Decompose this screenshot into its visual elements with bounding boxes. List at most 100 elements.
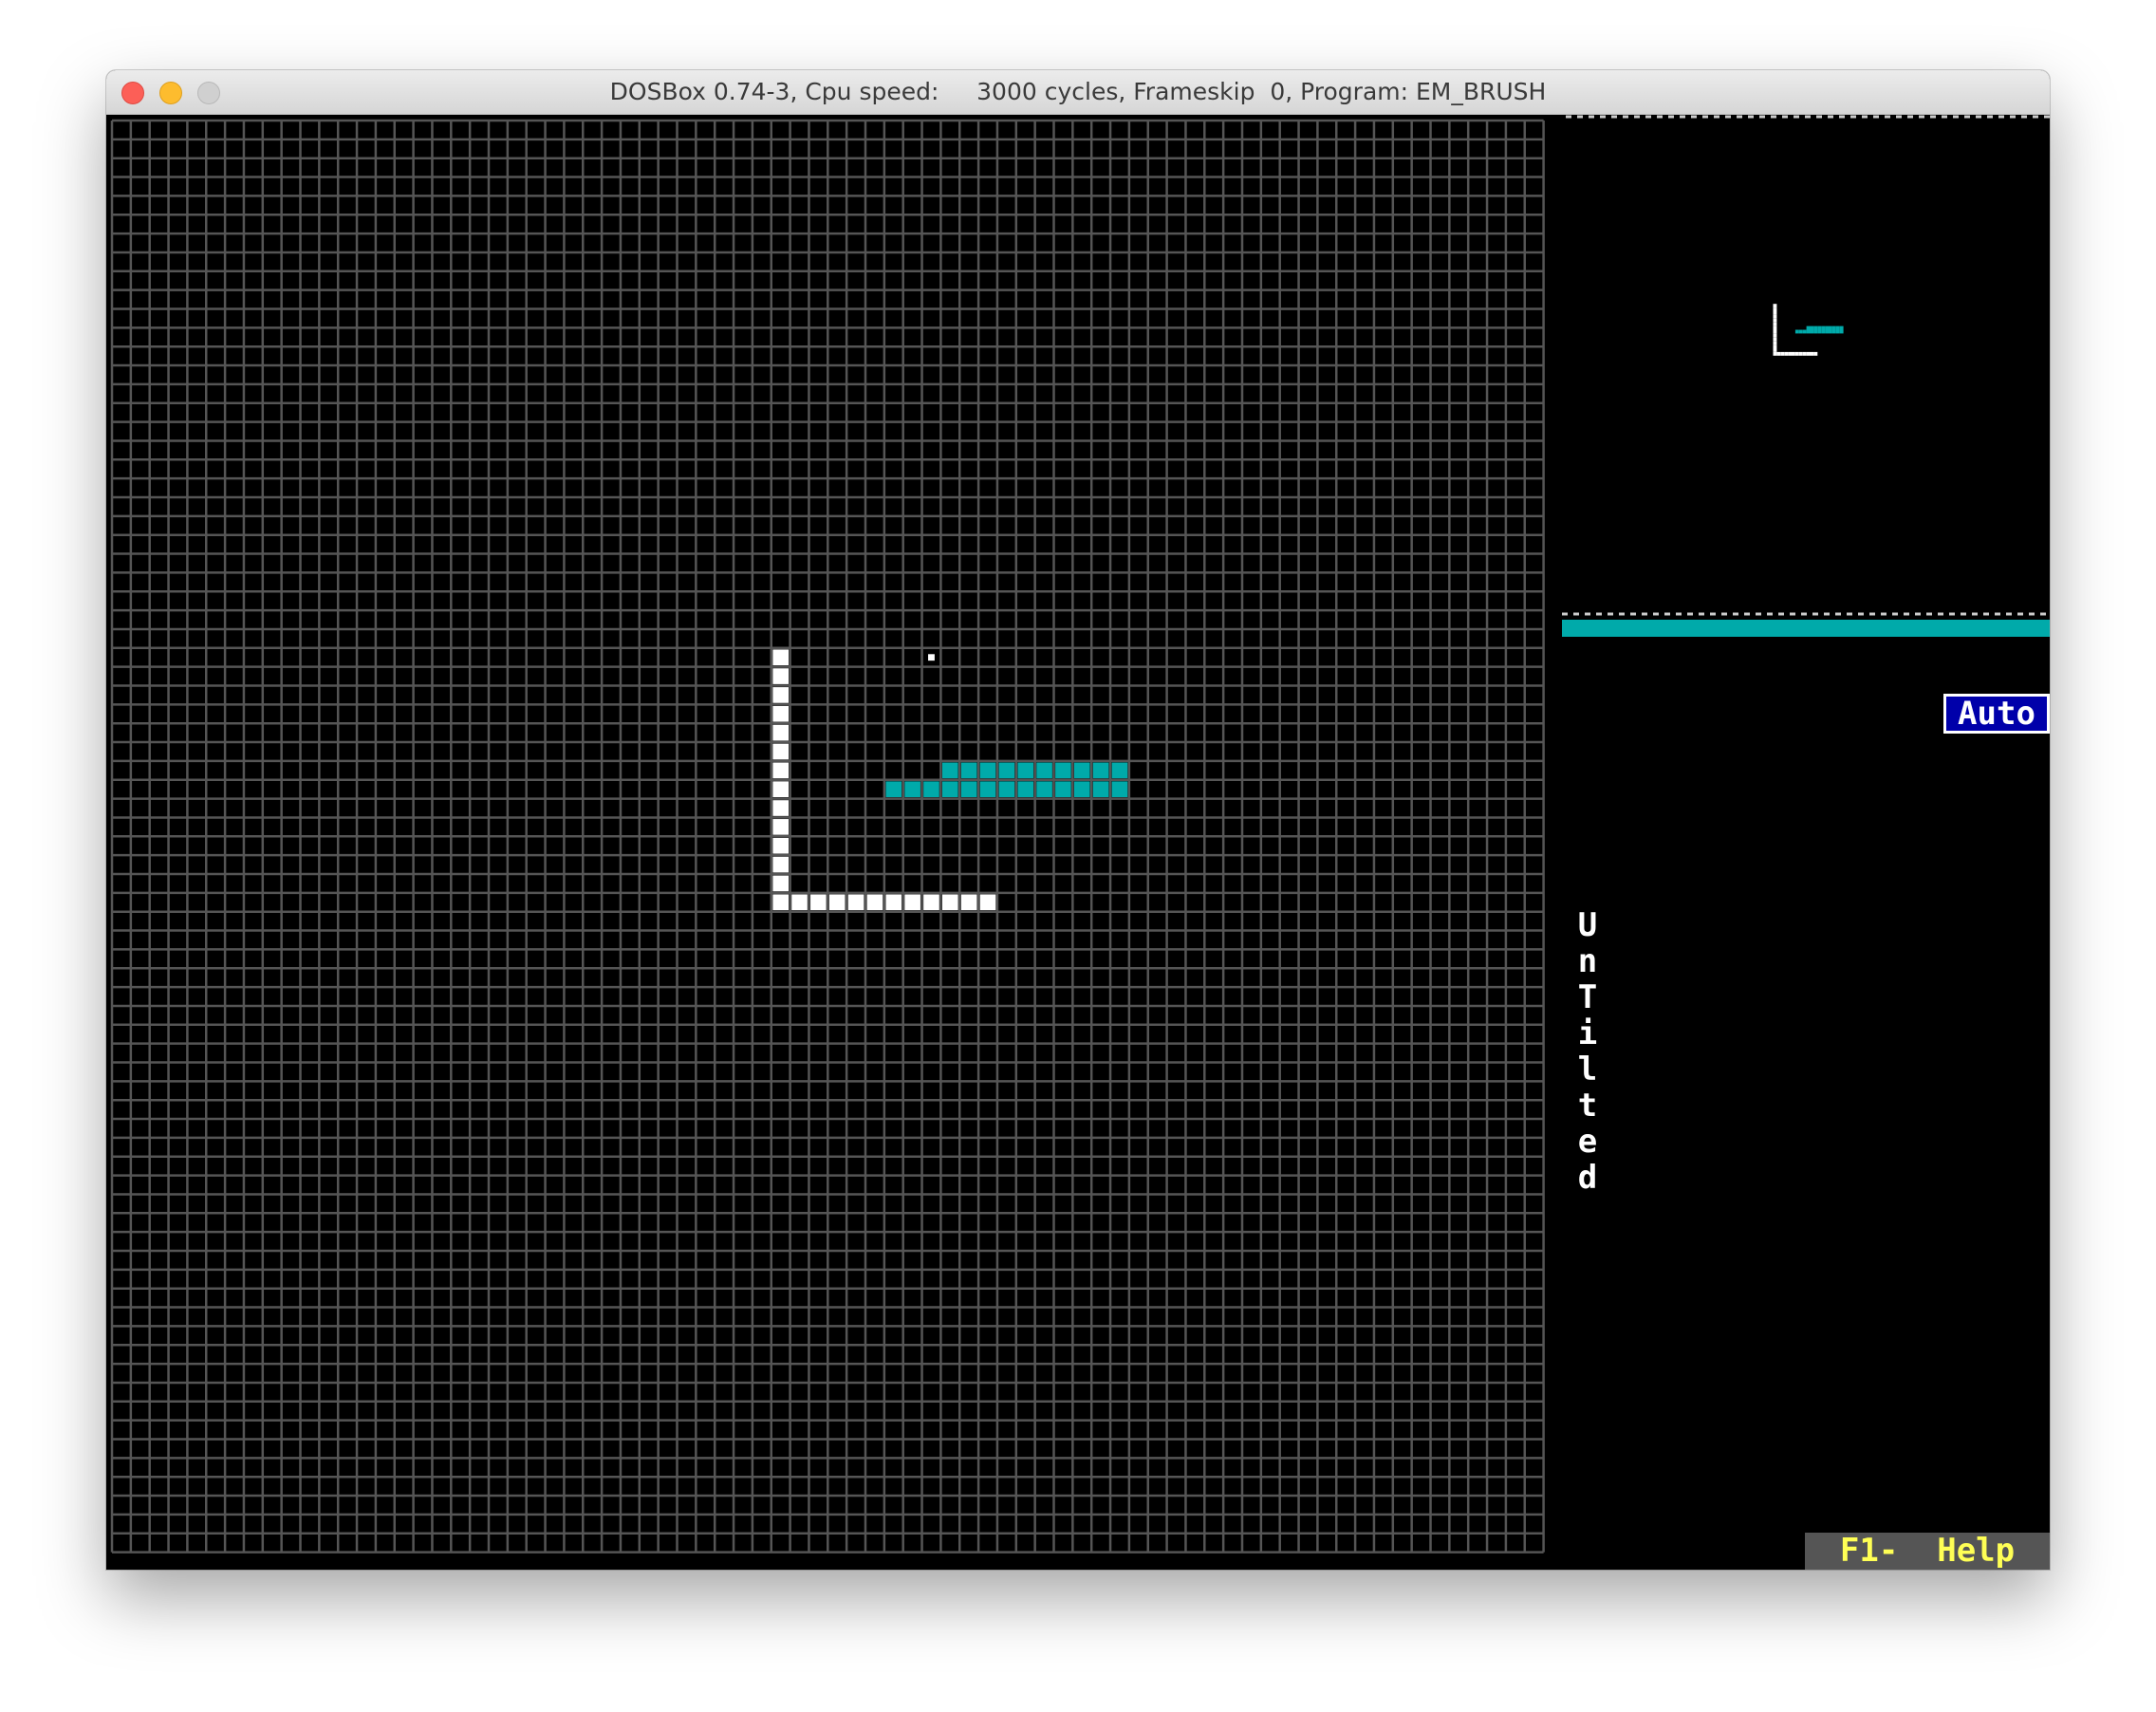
preview-white-pixel (1788, 351, 1792, 356)
preview-cyan-pixel (1839, 326, 1844, 330)
white-pixel-cell (772, 649, 789, 666)
white-pixel-cell (772, 668, 789, 684)
cyan-pixel-cell (979, 781, 996, 797)
preview-white-pixel (1794, 351, 1799, 356)
cyan-pixel-cell (904, 781, 920, 797)
title-bar[interactable]: DOSBox 0.74-3, Cpu speed: 3000 cycles, F… (106, 70, 2050, 115)
cyan-pixel-cell (960, 762, 977, 779)
preview-white-pixel (1810, 351, 1814, 356)
white-pixel-cell (772, 762, 789, 779)
preview-cyan-pixel (1810, 329, 1814, 334)
preview-cyan-pixel (1802, 329, 1807, 334)
cyan-pixel-cell (942, 781, 958, 797)
cyan-pixel-cell (885, 781, 902, 797)
preview-cyan-pixel (1798, 329, 1803, 334)
cyan-pixel-cell (998, 762, 1015, 779)
preview-white-pixel (1773, 341, 1777, 345)
white-pixel-cell (791, 894, 808, 911)
cyan-pixel-cell (979, 762, 996, 779)
preview-white-pixel (1773, 307, 1777, 311)
preview-cyan-pixel (1831, 326, 1836, 330)
side-panel (1562, 115, 2050, 637)
white-pixel-cell (923, 894, 939, 911)
cyan-pixel-cell (1036, 781, 1052, 797)
help-hint[interactable]: F1- Help (1805, 1533, 2050, 1570)
preview-white-pixel (1773, 318, 1777, 323)
preview-cyan-pixel (1829, 326, 1832, 330)
cyan-pixel-cell (1111, 762, 1128, 779)
cyan-pixel-cell (1036, 762, 1052, 779)
white-pixel-cell (866, 894, 883, 911)
cyan-pixel-cell (1111, 781, 1128, 797)
white-pixel-cell (979, 894, 996, 911)
preview-white-pixel (1773, 333, 1777, 338)
white-pixel-cell (772, 894, 789, 911)
preview-white-pixel (1776, 351, 1781, 356)
preview-white-pixel (1773, 304, 1777, 308)
white-pixel-cell (828, 894, 846, 911)
preview-white-pixel (1773, 311, 1777, 315)
preview-cyan-pixel (1829, 329, 1832, 334)
preview-white-pixel (1813, 351, 1818, 356)
preview-cyan-pixel (1817, 326, 1822, 330)
white-pixel-cell (772, 687, 789, 703)
pixel-grid-canvas[interactable] (106, 115, 1549, 1555)
preview-white-pixel (1773, 351, 1777, 356)
preview-cyan-pixel (1839, 329, 1844, 334)
preview-cyan-pixel (1813, 326, 1818, 330)
sprite-preview (1773, 304, 1844, 356)
cyan-pixel-cell (960, 781, 977, 797)
cyan-pixel-cell (998, 781, 1015, 797)
dos-screen: Auto UnTilted F1- Help (106, 115, 2050, 1570)
preview-white-pixel (1798, 351, 1803, 356)
window-title: DOSBox 0.74-3, Cpu speed: 3000 cycles, F… (609, 78, 1547, 105)
file-name-label: UnTilted (1577, 906, 1598, 1197)
preview-white-pixel (1773, 344, 1777, 348)
preview-cyan-pixel (1817, 329, 1822, 334)
white-pixel-cell (772, 837, 789, 854)
preview-cyan-pixel (1825, 329, 1829, 334)
white-pixel-cell (847, 894, 864, 911)
preview-white-pixel (1773, 337, 1777, 342)
cyan-pixel-cell (1092, 762, 1109, 779)
cyan-pixel-cell (1073, 762, 1090, 779)
white-pixel-cell (772, 724, 789, 741)
preview-white-pixel (1792, 351, 1795, 356)
preview-white-pixel (1802, 351, 1807, 356)
preview-white-pixel (1773, 326, 1777, 330)
auto-mode-button[interactable]: Auto (1943, 694, 2050, 734)
preview-cyan-pixel (1831, 329, 1836, 334)
white-pixel-cell (810, 894, 827, 911)
cyan-pixel-cell (942, 762, 958, 779)
white-pixel-cell (772, 743, 789, 760)
white-pixel-cell (772, 800, 789, 816)
preview-cyan-pixel (1813, 329, 1818, 334)
preview-white-pixel (1806, 351, 1811, 356)
white-pixel-cell (772, 705, 789, 722)
preview-white-pixel (1773, 314, 1777, 319)
white-pixel-cell (960, 894, 977, 911)
current-color-bar[interactable] (1562, 620, 2050, 637)
preview-white-pixel (1773, 348, 1777, 352)
cyan-pixel-cell (923, 781, 939, 797)
white-pixel-cell (772, 819, 789, 835)
preview-cyan-pixel (1821, 329, 1826, 334)
cyan-pixel-cell (1055, 762, 1071, 779)
white-pixel-cell (772, 781, 789, 797)
cursor-cell (928, 654, 935, 661)
cyan-pixel-cell (1073, 781, 1090, 797)
white-pixel-cell (942, 894, 958, 911)
dosbox-window: DOSBox 0.74-3, Cpu speed: 3000 cycles, F… (106, 70, 2050, 1570)
white-pixel-cell (885, 894, 902, 911)
preview-white-pixel (1784, 351, 1789, 356)
preview-cyan-pixel (1825, 326, 1829, 330)
white-pixel-cell (904, 894, 920, 911)
cyan-pixel-cell (1092, 781, 1109, 797)
preview-cyan-pixel (1806, 329, 1811, 334)
preview-cyan-pixel (1835, 329, 1840, 334)
cyan-pixel-cell (1055, 781, 1071, 797)
preview-cyan-pixel (1835, 326, 1840, 330)
preview-white-pixel (1773, 329, 1777, 334)
cyan-pixel-cell (1017, 781, 1034, 797)
cyan-pixel-cell (1017, 762, 1034, 779)
